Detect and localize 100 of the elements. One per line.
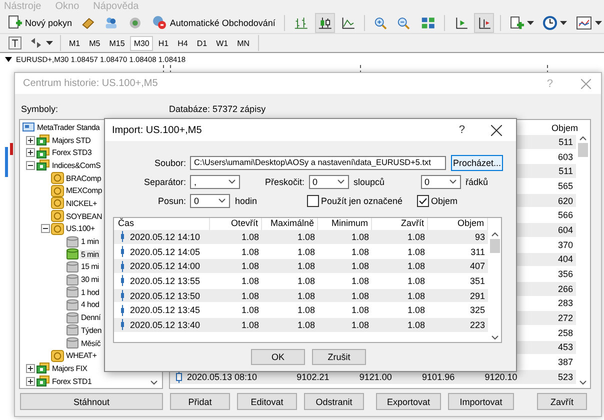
- dialog-button[interactable]: Editovat: [237, 393, 297, 410]
- chevron-down-icon: [150, 380, 158, 385]
- table-cell: 453: [558, 342, 573, 352]
- unit-label: sloupců: [354, 176, 386, 186]
- field-label: Separátor:: [142, 176, 187, 186]
- chevron-up-icon[interactable]: [490, 232, 498, 237]
- dialog-button[interactable]: Exportovat: [376, 393, 441, 410]
- dialog-button[interactable]: Zavřít: [537, 393, 587, 410]
- table-cell: 1.08: [407, 320, 425, 330]
- close-icon[interactable]: [491, 124, 502, 136]
- timeframe-button[interactable]: W1: [213, 36, 232, 50]
- coin-icon: [51, 172, 64, 184]
- timeframe-button[interactable]: D1: [194, 36, 210, 50]
- new-order-button[interactable]: Nový pokyn: [6, 14, 74, 31]
- table-row[interactable]: 2020.05.12 13:40 1.08 1.08 1.08 1.08 223: [114, 318, 488, 333]
- dropdown-caret-icon[interactable]: [46, 41, 53, 45]
- help-button[interactable]: ?: [458, 124, 465, 136]
- timeframe-button[interactable]: M1: [66, 36, 84, 50]
- timeframe-button[interactable]: M5: [86, 36, 104, 50]
- autoscroll-icon[interactable]: [474, 14, 494, 32]
- chevron-down-icon[interactable]: [579, 380, 587, 385]
- table-cell: 1.08: [297, 290, 315, 301]
- text-tool-icon[interactable]: [6, 34, 24, 52]
- dropdown-caret-icon[interactable]: [560, 20, 568, 24]
- browse-button[interactable]: Procházet...: [451, 154, 503, 170]
- templates-button[interactable]: [574, 16, 604, 30]
- timeframe-button[interactable]: M30: [130, 36, 152, 50]
- database-icon: [66, 274, 79, 286]
- dialog-button[interactable]: Odstranit: [304, 393, 364, 410]
- database-icon: [66, 324, 79, 336]
- checkbox-label[interactable]: Použít jen označené: [321, 196, 403, 206]
- scrollbar-thumb[interactable]: [490, 239, 500, 253]
- dropdown-caret-icon[interactable]: [595, 20, 602, 24]
- column-header[interactable]: Objem: [522, 122, 578, 132]
- auto-trading-button[interactable]: Automatické Obchodování: [148, 14, 278, 31]
- table-cell: 1.08: [241, 246, 259, 257]
- table-cell: 223: [470, 320, 485, 330]
- chevron-down-icon[interactable]: [490, 335, 498, 340]
- table-row[interactable]: 2020.05.12 14:10 1.08 1.08 1.08 1.08 93: [114, 230, 488, 245]
- table-cell: 1.08: [351, 261, 369, 272]
- scrollbar[interactable]: [488, 230, 501, 342]
- candle-icon: [120, 246, 125, 258]
- table-cell: 325: [470, 305, 485, 316]
- collapse-icon[interactable]: [41, 224, 50, 234]
- dialog-button[interactable]: Přidat: [170, 393, 230, 410]
- table-cell: 511: [558, 136, 573, 147]
- periods-button[interactable]: [541, 16, 570, 30]
- file-path-field[interactable]: C:\Users\umami\Desktop\AOSy a nastavení\data_EURUSD+5.txt: [190, 156, 446, 170]
- scrollbar[interactable]: [577, 134, 589, 387]
- dialog-button[interactable]: Stáhnout: [20, 393, 163, 410]
- timeframe-button[interactable]: H4: [174, 36, 191, 50]
- folder-icon: [36, 362, 50, 374]
- timeframe-button[interactable]: M15: [106, 36, 128, 50]
- database-icon: [66, 298, 79, 311]
- table-cell: 511: [558, 166, 573, 176]
- dialog-button[interactable]: Zrušit: [312, 349, 366, 365]
- expand-icon[interactable]: [26, 148, 35, 158]
- separator-select[interactable]: ,: [190, 174, 240, 188]
- skip-columns-select[interactable]: 0: [308, 174, 349, 188]
- folder-icon: [36, 159, 50, 172]
- table-cell: 1.08: [241, 305, 259, 316]
- add-indicator-button[interactable]: [508, 16, 536, 30]
- coin-icon: [51, 197, 64, 210]
- database-icon: [66, 248, 79, 260]
- folder-icon: [36, 146, 50, 159]
- chevron-up-icon[interactable]: [579, 136, 587, 141]
- candle-icon: [120, 260, 125, 272]
- expand-icon[interactable]: [26, 376, 35, 386]
- candlestick-icon[interactable]: [316, 14, 334, 32]
- table-cell: 9101.96: [422, 372, 455, 382]
- expand-icon[interactable]: [26, 364, 35, 373]
- database-icon: [66, 236, 79, 248]
- candle-icon: [120, 275, 125, 286]
- skip-rows-select[interactable]: 0: [420, 174, 461, 188]
- window-title: Centrum historie: US.100+,M5: [23, 78, 158, 89]
- scrollbar-thumb[interactable]: [578, 143, 588, 157]
- checkbox[interactable]: [307, 194, 319, 206]
- checkbox-label[interactable]: Objem: [431, 196, 458, 206]
- chevron-down-icon: [336, 179, 345, 184]
- candle-icon: [120, 319, 125, 330]
- shift-select[interactable]: 0: [190, 194, 230, 208]
- timeframe-button[interactable]: H1: [155, 36, 172, 50]
- table-row[interactable]: 2020.05.12 13:50 1.08 1.08 1.08 1.08 291: [114, 288, 488, 304]
- dialog-button[interactable]: OK: [251, 349, 305, 365]
- dialog-button[interactable]: Importovat: [448, 393, 514, 410]
- table-cell: 565: [558, 180, 573, 191]
- checkbox[interactable]: [417, 194, 429, 206]
- table-row[interactable]: 2020.05.12 14:00 1.08 1.08 1.08 1.08 407: [114, 259, 488, 274]
- monitor-icon: [22, 122, 35, 133]
- dropdown-caret-icon[interactable]: [527, 20, 534, 24]
- table-cell: 283: [558, 298, 573, 308]
- table-cell: 258: [558, 328, 573, 338]
- table-cell: 1.08: [241, 276, 259, 286]
- triangle-down-icon[interactable]: [5, 57, 12, 62]
- timeframe-button[interactable]: MN: [234, 36, 253, 50]
- table-cell: 1.08: [297, 261, 315, 272]
- expand-icon[interactable]: [26, 136, 35, 145]
- collapse-icon[interactable]: [26, 160, 35, 170]
- candle-icon: [120, 231, 125, 242]
- table-cell: 2020.05.12 14:05: [130, 246, 200, 257]
